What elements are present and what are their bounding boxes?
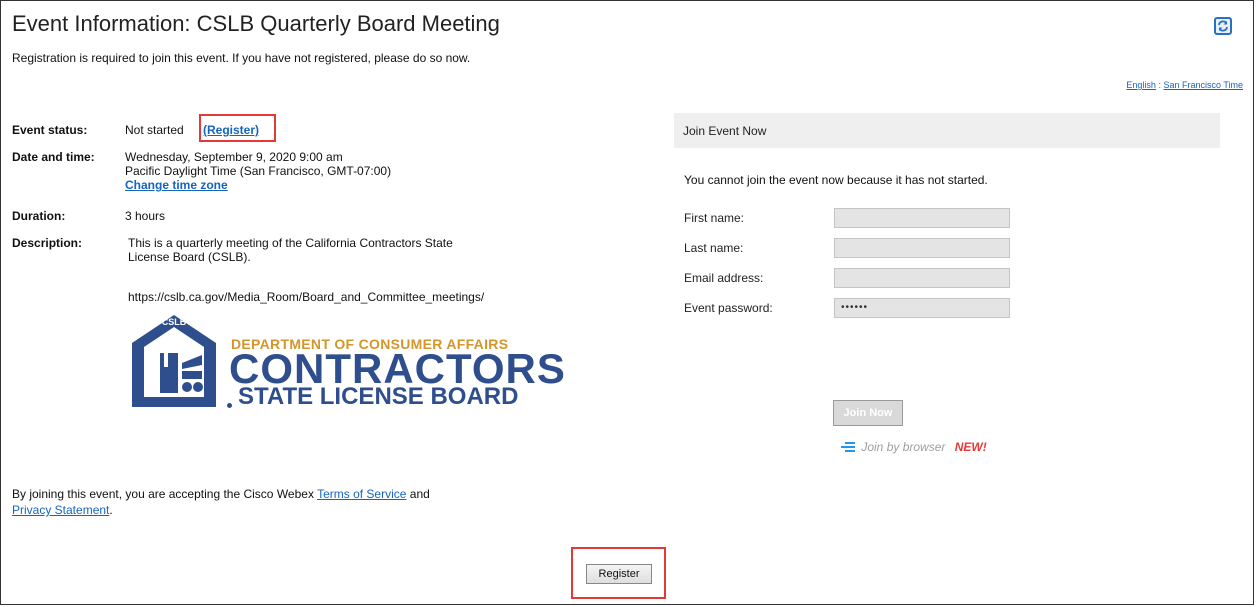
cslb-house-emblem: CSLB [132,315,216,407]
description-line1: This is a quarterly meeting of the Calif… [128,236,453,250]
registration-notice: Registration is required to join this ev… [12,51,471,65]
event-password-label: Event password: [684,301,773,315]
logo-dot [227,403,232,408]
terms-disclaimer: By joining this event, you are accepting… [12,486,430,518]
terms-of-service-link[interactable]: Terms of Service [317,487,406,501]
email-label: Email address: [684,271,764,285]
disclaimer-period: . [109,503,113,517]
page-title: Event Information: CSLB Quarterly Board … [12,11,500,36]
browser-lines-icon [841,442,855,452]
date-time-line1: Wednesday, September 9, 2020 9:00 am [125,150,343,164]
refresh-button[interactable] [1214,17,1232,35]
cslb-logo: CSLB DEPARTMENT OF CONSUMER AFFAIRS CONT… [130,313,565,410]
join-event-header: Join Event Now [674,113,1220,148]
disclaimer-and: and [409,487,430,501]
join-now-button[interactable]: Join Now [833,400,903,426]
first-name-label: First name: [684,211,745,225]
privacy-statement-link[interactable]: Privacy Statement [12,503,109,517]
new-badge: NEW! [954,440,987,454]
first-name-field[interactable] [834,208,1010,228]
last-name-label: Last name: [684,241,744,255]
change-time-zone-link[interactable]: Change time zone [125,178,228,192]
register-button[interactable]: Register [586,564,652,584]
description-label: Description: [12,236,83,250]
email-field[interactable] [834,268,1010,288]
description-line2: License Board (CSLB). [128,250,251,264]
duration-label: Duration: [12,209,66,223]
date-time-line2: Pacific Daylight Time (San Francisco, GM… [125,164,392,178]
event-status-label: Event status: [12,123,88,137]
date-time-label: Date and time: [12,150,95,164]
last-name-field[interactable] [834,238,1010,258]
event-status-value: Not started [125,123,184,137]
description-url: https://cslb.ca.gov/Media_Room/Board_and… [128,290,485,304]
disclaimer-text: By joining this event, you are accepting… [12,487,314,501]
locale-bar: English : San Francisco Time [1126,80,1243,90]
register-link[interactable]: (Register) [203,123,259,137]
locale-separator: : [1158,80,1161,90]
refresh-icon [1218,20,1228,32]
join-by-browser-row[interactable]: Join by browser NEW! [841,440,987,454]
language-link[interactable]: English [1126,80,1156,90]
event-password-field[interactable]: •••••• [834,298,1010,318]
cslb-badge-text: CSLB [162,317,187,327]
logo-board-text: STATE LICENSE BOARD [238,383,519,410]
timezone-link[interactable]: San Francisco Time [1163,80,1243,90]
join-notice: You cannot join the event now because it… [684,173,988,187]
duration-value: 3 hours [125,209,166,223]
join-by-browser-link[interactable]: Join by browser [861,440,945,454]
